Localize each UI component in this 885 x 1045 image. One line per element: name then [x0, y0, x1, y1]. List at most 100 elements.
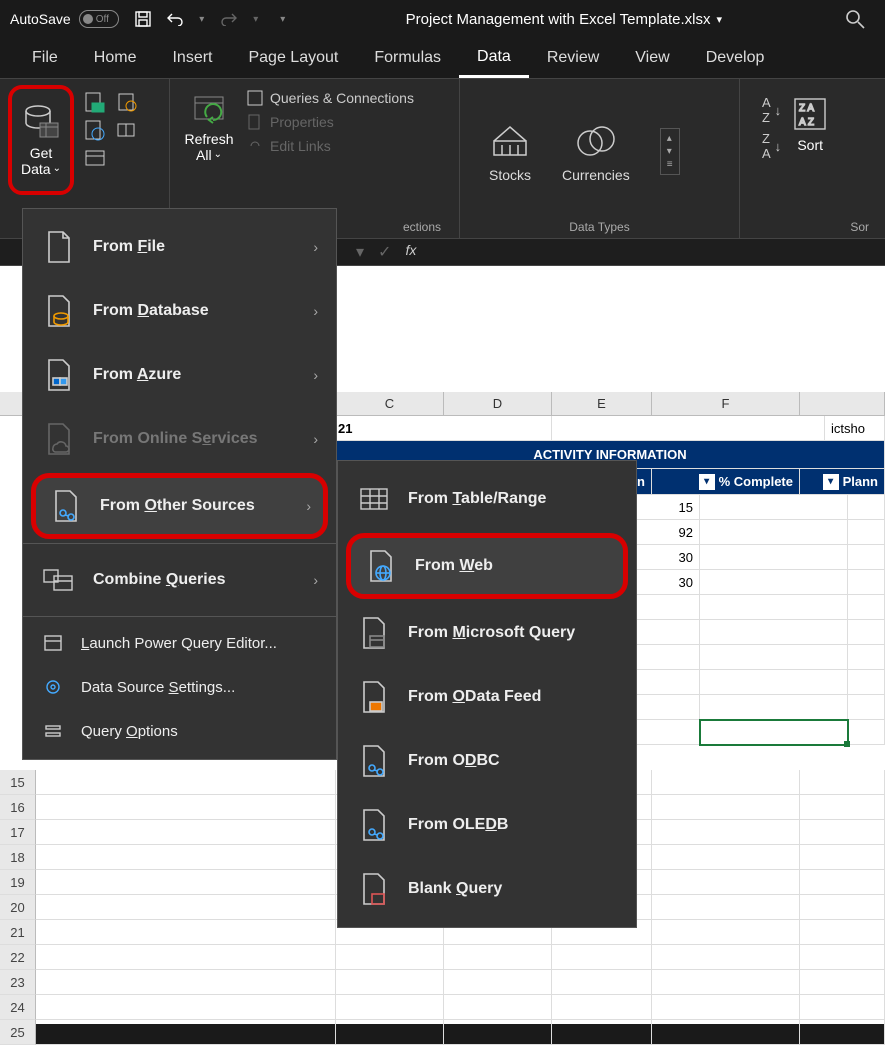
menu-launch-power-query[interactable]: Launch Power Query Editor...: [23, 621, 336, 665]
database-icon: [22, 103, 60, 141]
menu-query-options[interactable]: Query Options: [23, 709, 336, 753]
submenu-from-odata[interactable]: From OData Feed: [338, 665, 636, 729]
menu-from-database[interactable]: From Database ›: [23, 279, 336, 343]
filter-dropdown-icon[interactable]: ▾: [699, 474, 715, 490]
chevron-down-icon: ⌄: [214, 149, 222, 161]
formula-input[interactable]: [432, 239, 885, 265]
cell-value[interactable]: 21: [336, 416, 552, 441]
menu-data-source-settings[interactable]: Data Source Settings...: [23, 665, 336, 709]
col-pct[interactable]: ▾% Complete: [652, 469, 800, 495]
cancel-formula-icon[interactable]: ▾: [356, 242, 364, 262]
row-header[interactable]: 15: [0, 770, 36, 795]
sort-asc-button[interactable]: AZ↓: [762, 95, 781, 125]
from-text-csv-icon[interactable]: [84, 91, 106, 113]
other-sources-icon: [48, 488, 84, 524]
odbc-icon: [356, 743, 392, 779]
enter-formula-icon[interactable]: ✓: [378, 242, 391, 262]
sort-icon: Z AA Z: [791, 95, 829, 133]
file-icon: [41, 229, 77, 265]
filter-dropdown-icon[interactable]: ▾: [823, 474, 839, 490]
document-title[interactable]: Project Management with Excel Template.x…: [307, 11, 821, 28]
submenu-from-web[interactable]: From Web: [346, 533, 628, 599]
azure-icon: [41, 357, 77, 393]
odata-icon: [356, 679, 392, 715]
row-header[interactable]: 16: [0, 795, 36, 820]
svg-text:Z A: Z A: [799, 103, 814, 114]
row-header[interactable]: 23: [0, 970, 36, 995]
tab-data[interactable]: Data: [459, 38, 529, 78]
autosave-toggle[interactable]: AutoSave Off: [10, 10, 119, 28]
menu-from-other-sources[interactable]: From Other Sources ›: [31, 473, 328, 539]
tab-developer[interactable]: Develop: [688, 38, 783, 78]
queries-icon: [246, 89, 264, 107]
settings-icon: [41, 675, 65, 699]
submenu-blank-query[interactable]: Blank Query: [338, 857, 636, 921]
col-header-f[interactable]: F: [652, 392, 800, 415]
from-table-icon[interactable]: [84, 147, 106, 169]
toggle-off-icon: Off: [79, 10, 119, 28]
queries-connections-button[interactable]: Queries & Connections: [246, 89, 414, 107]
existing-connections-icon[interactable]: [116, 119, 138, 141]
menu-from-file[interactable]: From File ›: [23, 215, 336, 279]
sort-button[interactable]: Z AA Z Sort: [791, 95, 829, 153]
row-header[interactable]: 18: [0, 845, 36, 870]
sort-desc-button[interactable]: ZA↓: [762, 131, 781, 161]
row-header[interactable]: 21: [0, 920, 36, 945]
menu-from-azure[interactable]: From Azure ›: [23, 343, 336, 407]
submenu-from-table-range[interactable]: From Table/Range: [338, 467, 636, 531]
col-header-d[interactable]: D: [444, 392, 552, 415]
redo-icon[interactable]: [219, 9, 239, 29]
currencies-datatype[interactable]: Currencies: [562, 121, 630, 183]
tab-view[interactable]: View: [617, 38, 687, 78]
fx-icon[interactable]: fx: [405, 242, 416, 262]
qat-customize-icon[interactable]: ▾: [273, 9, 293, 29]
quick-access-toolbar: ▾ ▾ ▾: [133, 9, 293, 29]
search-button[interactable]: [835, 8, 875, 30]
title-dropdown-icon: ▾: [717, 13, 723, 26]
active-cell[interactable]: [700, 720, 848, 745]
combine-icon: [41, 562, 77, 598]
tab-formulas[interactable]: Formulas: [356, 38, 459, 78]
table-range-icon: [356, 481, 392, 517]
tab-home[interactable]: Home: [76, 38, 155, 78]
col-plann[interactable]: ▾Plann: [800, 469, 885, 495]
menu-from-online-services: From Online Services ›: [23, 407, 336, 471]
refresh-all-button[interactable]: RefreshAll⌄: [178, 85, 240, 218]
undo-icon[interactable]: [165, 9, 185, 29]
from-web-icon[interactable]: [84, 119, 106, 141]
autosave-label: AutoSave: [10, 11, 71, 27]
submenu-from-oledb[interactable]: From OLEDB: [338, 793, 636, 857]
save-icon[interactable]: [133, 9, 153, 29]
refresh-icon: [189, 89, 229, 129]
cloud-icon: [41, 421, 77, 457]
properties-button: Properties: [246, 113, 414, 131]
blank-query-icon: [356, 871, 392, 907]
row-header[interactable]: 19: [0, 870, 36, 895]
chevron-right-icon: ›: [313, 572, 318, 588]
ribbon-tabs: File Home Insert Page Layout Formulas Da…: [0, 38, 885, 78]
row-header[interactable]: 22: [0, 945, 36, 970]
col-header-e[interactable]: E: [552, 392, 652, 415]
tab-review[interactable]: Review: [529, 38, 617, 78]
submenu-from-microsoft-query[interactable]: From Microsoft Query: [338, 601, 636, 665]
chevron-down-icon: ⌄: [53, 163, 61, 175]
submenu-from-odbc[interactable]: From ODBC: [338, 729, 636, 793]
tab-file[interactable]: File: [14, 38, 76, 78]
menu-combine-queries[interactable]: Combine Queries ›: [23, 548, 336, 612]
tab-insert[interactable]: Insert: [154, 38, 230, 78]
recent-sources-icon[interactable]: [116, 91, 138, 113]
msquery-icon: [356, 615, 392, 651]
cell-right[interactable]: ictsho: [825, 416, 885, 441]
stocks-datatype[interactable]: Stocks: [488, 121, 532, 183]
undo-dropdown-icon[interactable]: ▾: [197, 9, 207, 29]
col-header-c[interactable]: C: [336, 392, 444, 415]
row-header[interactable]: 24: [0, 995, 36, 1020]
row-header[interactable]: 20: [0, 895, 36, 920]
datatype-gallery-nav[interactable]: ▴▾≡: [660, 128, 680, 175]
group-title-sort: Sor: [748, 218, 877, 234]
redo-dropdown-icon[interactable]: ▾: [251, 9, 261, 29]
get-data-button[interactable]: GetData⌄: [8, 85, 74, 195]
row-header[interactable]: 17: [0, 820, 36, 845]
currencies-icon: [574, 121, 618, 161]
tab-page-layout[interactable]: Page Layout: [230, 38, 356, 78]
